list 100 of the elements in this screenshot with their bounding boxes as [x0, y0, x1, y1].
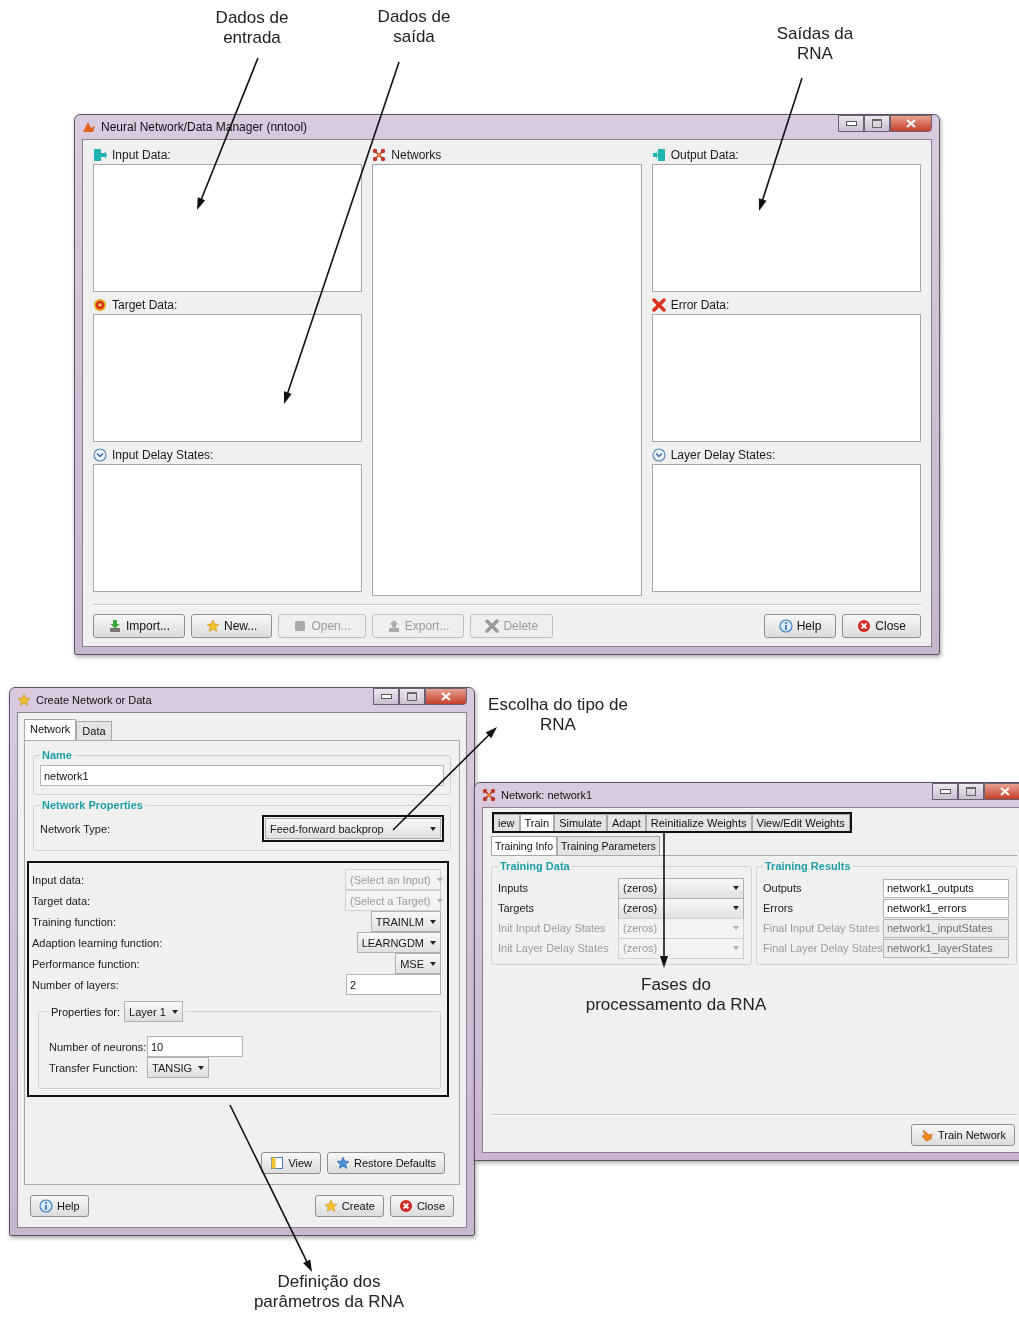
peak-icon [82, 120, 96, 134]
arrow-down-icon [108, 619, 122, 633]
tab[interactable]: View/Edit Weights [751, 814, 850, 831]
name-field[interactable]: network1 [40, 765, 444, 786]
panel-label: Input Data: [112, 148, 171, 162]
annotation-text: Saídas da RNA [776, 24, 854, 65]
window-title: Network: network1 [501, 789, 593, 801]
field-label: Transfer Function: [49, 1061, 139, 1074]
dropdown[interactable]: TANSIG [147, 1057, 210, 1078]
caret-icon [430, 961, 436, 966]
minimize-button[interactable] [373, 688, 399, 705]
field-label: Final Input Delay States [763, 922, 879, 934]
caret-icon [733, 926, 739, 930]
tab[interactable]: Train [519, 814, 555, 831]
maximize-button[interactable] [958, 783, 984, 800]
box-arrow-icon [651, 148, 666, 162]
target-icon [93, 298, 107, 312]
text-field[interactable]: network1_errors [883, 898, 1009, 918]
group-title: Network Properties [41, 799, 144, 811]
text-field[interactable]: 2 [346, 974, 441, 995]
network-icon [482, 788, 496, 802]
caret-icon [733, 906, 739, 910]
help-button[interactable]: Help [763, 614, 837, 638]
maximize-button[interactable] [399, 688, 425, 705]
dropdown[interactable]: MSE [395, 953, 441, 974]
caret-icon [436, 898, 443, 903]
dropdown[interactable]: LEARNGDM [356, 932, 441, 953]
cross-icon [651, 298, 666, 312]
tab[interactable]: Data [76, 721, 112, 740]
tab[interactable]: Adapt [606, 814, 646, 831]
create-button[interactable]: Create [314, 1195, 384, 1217]
panel-label: Target Data: [112, 298, 178, 312]
annotation-text: Escolha do tipo de RNA [488, 695, 628, 736]
caret-icon [430, 940, 436, 945]
text-field[interactable]: network1_outputs [883, 878, 1009, 898]
new-button[interactable]: New... [191, 614, 273, 638]
annotation-text: Dados de entrada [215, 8, 289, 49]
caret-icon [436, 877, 443, 882]
group-title: Training Results [764, 860, 852, 872]
panel-label: Layer Delay States: [670, 448, 776, 462]
caret-icon [171, 1009, 178, 1014]
train-button[interactable]: Train Network [910, 1124, 1015, 1146]
star-icon [206, 619, 220, 633]
network-icon [372, 148, 387, 162]
dropdown[interactable]: (zeros) [618, 877, 744, 899]
tab[interactable]: Network [24, 719, 77, 740]
field-label: Outputs [763, 882, 803, 894]
close-button[interactable]: Close [389, 1195, 454, 1217]
dropdown[interactable]: TRAINLM [370, 911, 441, 932]
info-icon [778, 619, 793, 633]
field-label: Performance function: [32, 957, 140, 970]
minimize-button[interactable] [838, 115, 864, 132]
field-label: Number of layers: [32, 978, 119, 991]
star-icon [17, 693, 31, 707]
tab[interactable]: iew [494, 814, 520, 831]
field-label: Properties for: [51, 1005, 121, 1018]
text-field[interactable]: 10 [147, 1036, 243, 1057]
restore-button[interactable]: Restore Defaults [327, 1152, 445, 1174]
annotation-text: Dados de saída [377, 7, 451, 48]
tab[interactable]: Training Parameters [557, 836, 660, 855]
tab[interactable]: Training Info [491, 836, 557, 855]
close-button[interactable] [425, 688, 467, 705]
field-label: Training function: [32, 915, 116, 928]
field-label: Network Type: [40, 822, 111, 835]
caret-icon [198, 1065, 205, 1070]
close-icon [1000, 787, 1010, 796]
field-label: Init Input Delay States [498, 922, 607, 934]
close-button[interactable]: Close [842, 614, 921, 638]
field-label: Inputs [498, 882, 529, 894]
field-label: Number of neurons: [49, 1040, 147, 1053]
box-arrow-icon [93, 148, 107, 162]
caret-icon [733, 886, 739, 890]
arrow-up-icon [386, 619, 401, 633]
close-button[interactable] [890, 115, 932, 132]
view-button[interactable]: View [261, 1152, 322, 1174]
close-icon [906, 119, 916, 128]
window-icon [270, 1156, 285, 1170]
close-icon [441, 692, 451, 701]
square-icon [293, 619, 308, 633]
dropdown[interactable]: Feed-forward backprop [265, 818, 441, 839]
import-button[interactable]: Import... [93, 614, 185, 638]
tab[interactable]: Reinitialize Weights [645, 814, 752, 831]
field-label: Init Layer Delay States [498, 942, 610, 954]
field-label: Target data: [32, 894, 91, 907]
star-icon [336, 1156, 351, 1170]
group-title: Name [41, 749, 73, 761]
panel-label: Networks [391, 148, 442, 162]
caret-icon [430, 919, 436, 924]
minimize-button[interactable] [932, 783, 958, 800]
help-button[interactable]: Help [30, 1195, 89, 1217]
chevron-circle-icon [651, 448, 666, 462]
tab[interactable]: Simulate [554, 814, 607, 831]
panel-label: Error Data: [670, 298, 730, 312]
close-button[interactable] [984, 783, 1019, 800]
window-title: Create Network or Data [36, 694, 152, 706]
cross-icon [485, 619, 500, 633]
caret-icon [430, 826, 436, 831]
maximize-button[interactable] [864, 115, 890, 132]
panel-label: Input Delay States: [112, 448, 214, 462]
dropdown[interactable]: Layer 1 [124, 1001, 183, 1022]
